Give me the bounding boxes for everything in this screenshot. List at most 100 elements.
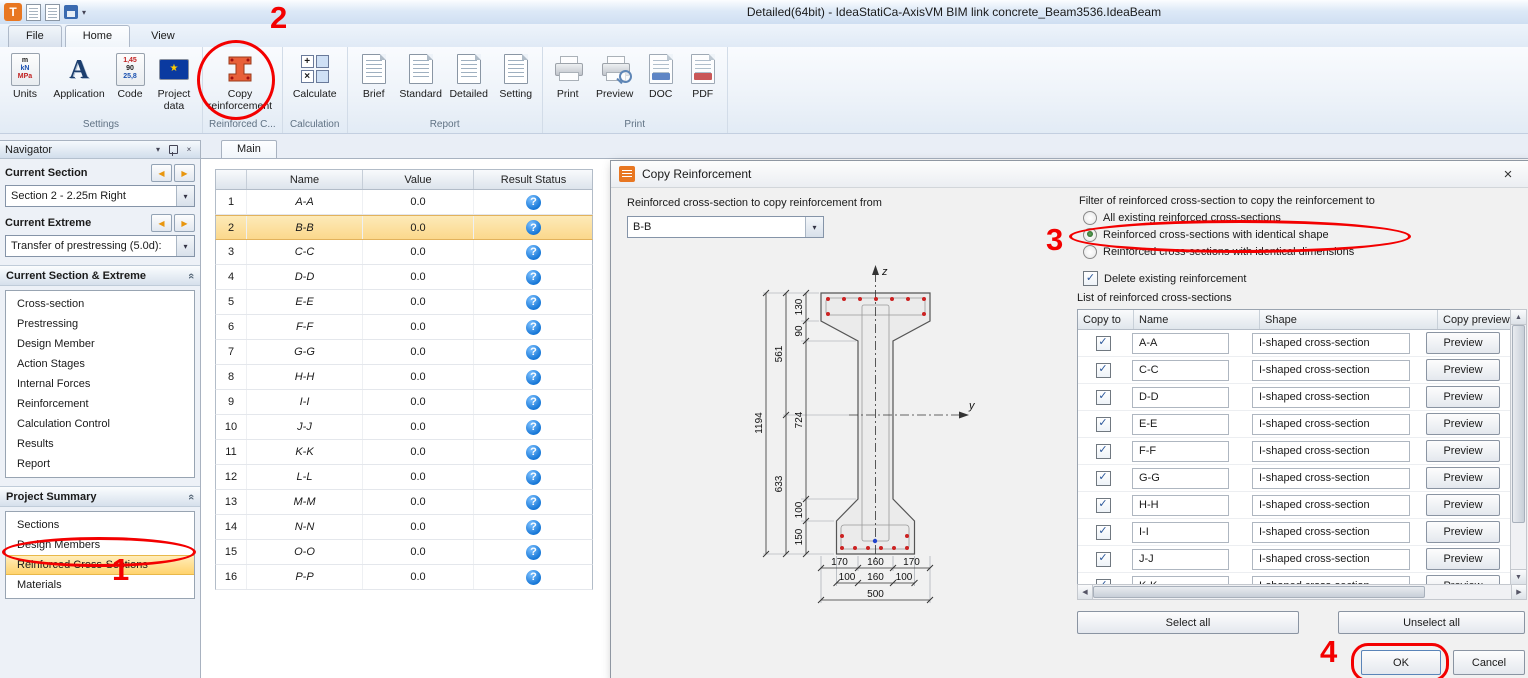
table-row[interactable]: 9 I-I 0.0 ? xyxy=(215,390,593,415)
open-document-icon[interactable] xyxy=(45,4,60,21)
copy-to-checkbox[interactable]: ✓ xyxy=(1096,552,1111,567)
copy-to-checkbox[interactable]: ✓ xyxy=(1096,390,1111,405)
table-row[interactable]: 3 C-C 0.0 ? xyxy=(215,240,593,265)
select-all-button[interactable]: Select all xyxy=(1077,611,1299,634)
horizontal-scrollbar[interactable]: ◀ ▶ xyxy=(1077,584,1527,600)
table-row[interactable]: 11 K-K 0.0 ? xyxy=(215,440,593,465)
table-row[interactable]: 5 E-E 0.0 ? xyxy=(215,290,593,315)
copy-to-checkbox[interactable]: ✓ xyxy=(1096,525,1111,540)
panel-header-project-summary[interactable]: Project Summary « xyxy=(0,486,200,507)
chevron-down-icon[interactable]: ▾ xyxy=(805,217,823,237)
export-pdf-button[interactable]: PDF xyxy=(682,50,724,102)
preview-button[interactable]: Preview xyxy=(1426,386,1500,408)
tab-file[interactable]: File xyxy=(8,25,62,47)
navigator-close-icon[interactable]: × xyxy=(183,145,195,154)
table-row[interactable]: 10 J-J 0.0 ? xyxy=(215,415,593,440)
save-icon[interactable] xyxy=(64,5,78,19)
scroll-left-icon[interactable]: ◀ xyxy=(1078,585,1093,599)
export-doc-button[interactable]: DOC xyxy=(640,50,682,102)
navigator-item[interactable]: Internal Forces xyxy=(6,374,194,394)
preview-button[interactable]: Preview xyxy=(1426,413,1500,435)
ok-button[interactable]: OK xyxy=(1361,650,1441,675)
tab-main[interactable]: Main xyxy=(221,140,277,159)
filter-radio-option[interactable]: All existing reinforced cross-sections xyxy=(1083,209,1354,226)
scrollbar-thumb[interactable] xyxy=(1512,325,1525,523)
navigator-item[interactable]: Reinforcement xyxy=(6,394,194,414)
tab-home[interactable]: Home xyxy=(65,25,130,47)
delete-existing-option[interactable]: ✓ Delete existing reinforcement xyxy=(1083,271,1246,286)
table-row[interactable]: 12 L-L 0.0 ? xyxy=(215,465,593,490)
scroll-right-icon[interactable]: ▶ xyxy=(1511,585,1526,599)
next-section-button[interactable]: ▶ xyxy=(174,164,195,182)
dialog-title-bar[interactable]: Copy Reinforcement × xyxy=(611,161,1528,188)
tab-view[interactable]: View xyxy=(133,25,193,47)
copy-to-checkbox[interactable]: ✓ xyxy=(1096,417,1111,432)
filter-radio-option[interactable]: Reinforced cross-sections with identical… xyxy=(1083,226,1354,243)
previous-section-button[interactable]: ◀ xyxy=(151,164,172,182)
scrollbar-thumb[interactable] xyxy=(1093,586,1425,598)
pin-icon[interactable] xyxy=(169,145,178,154)
app-logo-icon[interactable]: T xyxy=(4,3,22,21)
table-row[interactable]: 6 F-F 0.0 ? xyxy=(215,315,593,340)
table-row[interactable]: 1 A-A 0.0 ? xyxy=(215,190,593,215)
project-data-button[interactable]: ★ Project data xyxy=(149,50,199,114)
standard-report-button[interactable]: Standard xyxy=(397,50,445,102)
preview-button[interactable]: Preview xyxy=(1426,494,1500,516)
navigator-menu-icon[interactable]: ▾ xyxy=(152,145,164,154)
navigator-item[interactable]: Prestressing xyxy=(6,314,194,334)
preview-button[interactable]: Preview xyxy=(1426,548,1500,570)
filter-radio-option[interactable]: Reinforced cross-sections with identical… xyxy=(1083,243,1354,260)
detailed-report-button[interactable]: Detailed xyxy=(445,50,493,102)
calculate-button[interactable]: + × Calculate xyxy=(286,50,344,102)
table-row[interactable]: 13 M-M 0.0 ? xyxy=(215,490,593,515)
table-row[interactable]: 16 P-P 0.0 ? xyxy=(215,565,593,590)
copy-to-checkbox[interactable]: ✓ xyxy=(1096,363,1111,378)
current-extreme-select[interactable]: Transfer of prestressing (5.0d): ▾ xyxy=(5,235,195,257)
navigator-item[interactable]: Reinforced Cross-Sections xyxy=(6,555,194,575)
copy-to-checkbox[interactable]: ✓ xyxy=(1096,471,1111,486)
table-row[interactable]: 7 G-G 0.0 ? xyxy=(215,340,593,365)
copy-to-checkbox[interactable]: ✓ xyxy=(1096,498,1111,513)
previous-extreme-button[interactable]: ◀ xyxy=(151,214,172,232)
print-button[interactable]: Print xyxy=(546,50,590,102)
next-extreme-button[interactable]: ▶ xyxy=(174,214,195,232)
copy-reinforcement-button[interactable]: Copy reinforcement xyxy=(206,50,274,114)
preview-button[interactable]: Preview xyxy=(1426,467,1500,489)
navigator-item[interactable]: Cross-section xyxy=(6,294,194,314)
panel-header-section-extreme[interactable]: Current Section & Extreme « xyxy=(0,265,200,286)
navigator-item[interactable]: Design Member xyxy=(6,334,194,354)
navigator-item[interactable]: Materials xyxy=(6,575,194,595)
report-setting-button[interactable]: Setting xyxy=(493,50,539,102)
copy-to-checkbox[interactable]: ✓ xyxy=(1096,336,1111,351)
navigator-item[interactable]: Report xyxy=(6,454,194,474)
current-section-select[interactable]: Section 2 - 2.25m Right ▾ xyxy=(5,185,195,207)
table-row[interactable]: 15 O-O 0.0 ? xyxy=(215,540,593,565)
navigator-item[interactable]: Calculation Control xyxy=(6,414,194,434)
navigator-item[interactable]: Design Members xyxy=(6,535,194,555)
delete-existing-checkbox[interactable]: ✓ xyxy=(1083,271,1098,286)
brief-report-button[interactable]: Brief xyxy=(351,50,397,102)
table-row[interactable]: 14 N-N 0.0 ? xyxy=(215,515,593,540)
source-section-select[interactable]: B-B ▾ xyxy=(627,216,824,238)
vertical-scrollbar[interactable]: ▲ ▼ xyxy=(1510,309,1527,585)
units-button[interactable]: m kN MPa Units xyxy=(3,50,47,102)
preview-button[interactable]: Preview xyxy=(1426,332,1500,354)
scroll-up-icon[interactable]: ▲ xyxy=(1511,310,1526,325)
table-row[interactable]: 4 D-D 0.0 ? xyxy=(215,265,593,290)
navigator-item[interactable]: Results xyxy=(6,434,194,454)
chevron-down-icon[interactable]: ▾ xyxy=(176,186,194,206)
navigator-item[interactable]: Sections xyxy=(6,515,194,535)
preview-button[interactable]: Preview xyxy=(1426,440,1500,462)
print-preview-button[interactable]: Preview xyxy=(590,50,640,102)
table-row[interactable]: 8 H-H 0.0 ? xyxy=(215,365,593,390)
unselect-all-button[interactable]: Unselect all xyxy=(1338,611,1525,634)
chevron-down-icon[interactable]: ▾ xyxy=(176,236,194,256)
new-document-icon[interactable] xyxy=(26,4,41,21)
navigator-item[interactable]: Action Stages xyxy=(6,354,194,374)
preview-button[interactable]: Preview xyxy=(1426,521,1500,543)
cancel-button[interactable]: Cancel xyxy=(1453,650,1525,675)
quick-access-dropdown-icon[interactable]: ▾ xyxy=(82,8,86,17)
table-row[interactable]: 2 B-B 0.0 ? xyxy=(215,215,593,240)
scroll-down-icon[interactable]: ▼ xyxy=(1511,569,1526,584)
copy-to-checkbox[interactable]: ✓ xyxy=(1096,444,1111,459)
